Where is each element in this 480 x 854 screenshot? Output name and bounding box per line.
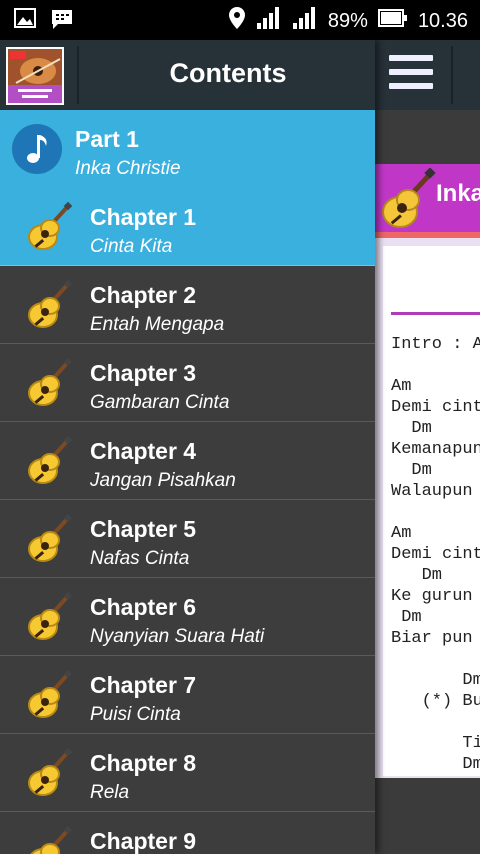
guitar-icon — [26, 669, 73, 725]
chapter-item-1[interactable]: Chapter 1 Cinta Kita — [0, 188, 375, 266]
chapter-subtitle: Puisi Cinta — [90, 704, 181, 725]
card-title: Inka — [436, 180, 480, 207]
chapter-title: Chapter 3 — [90, 360, 197, 386]
part-title: Part 1 — [75, 126, 139, 152]
chapter-item-5[interactable]: Chapter 5 Nafas Cinta — [0, 500, 375, 578]
signal-icon-2 — [292, 6, 318, 36]
guitar-icon — [26, 513, 73, 569]
chapter-subtitle: Cinta Kita — [90, 236, 173, 257]
guitar-icon — [26, 435, 73, 491]
chapter-item-8[interactable]: Chapter 8 Rela — [0, 734, 375, 812]
status-bar: 89% 10.36 — [0, 0, 480, 40]
chapter-item-2[interactable]: Chapter 2 Entah Mengapa — [0, 266, 375, 344]
gallery-icon — [14, 8, 36, 35]
guitar-icon — [26, 201, 73, 257]
guitar-icon — [26, 825, 73, 854]
signal-icon — [256, 6, 282, 36]
part-item[interactable]: Part 1 Inka Christie — [0, 110, 375, 189]
drawer-title: Contents — [169, 58, 287, 88]
header-divider — [77, 46, 79, 104]
chapter-title: Chapter 2 — [90, 282, 197, 308]
chapter-list: Chapter 1 Cinta Kita Chapter 2 Entah Men… — [0, 188, 375, 854]
battery-icon — [377, 8, 408, 34]
chapter-title: Chapter 8 — [90, 750, 197, 776]
chapter-subtitle: Rela — [90, 782, 130, 803]
battery-percent: 89% — [327, 9, 368, 32]
part-subtitle: Inka Christie — [75, 158, 181, 179]
chapter-subtitle: Entah Mengapa — [90, 314, 225, 335]
chapter-item-3[interactable]: Chapter 3 Gambaran Cinta — [0, 344, 375, 422]
guitar-icon — [26, 357, 73, 413]
card-divider — [391, 312, 480, 315]
toolbar-divider — [451, 46, 453, 104]
chapter-title: Chapter 9 — [90, 828, 197, 854]
chapter-title: Chapter 6 — [90, 594, 197, 620]
chapter-subtitle: Nyanyian Suara Hati — [90, 626, 265, 647]
navigation-drawer: Contents Part 1 Inka Christie Chapter 1 … — [0, 40, 375, 854]
lyrics-text: Intro : A Am Demi cint Dm Kemanapun Dm W… — [391, 335, 480, 774]
chapter-item-7[interactable]: Chapter 7 Puisi Cinta — [0, 656, 375, 734]
chapter-item-9[interactable]: Chapter 9 — [0, 812, 375, 854]
drawer-header: Contents — [0, 40, 375, 110]
chapter-title: Chapter 5 — [90, 516, 197, 542]
clock: 10.36 — [417, 9, 468, 32]
chapter-item-6[interactable]: Chapter 6 Nyanyian Suara Hati — [0, 578, 375, 656]
music-note-icon — [12, 124, 62, 174]
card-body: Intro : A Am Demi cint Dm Kemanapun Dm W… — [383, 246, 480, 776]
chapter-subtitle: Gambaran Cinta — [90, 392, 230, 413]
app-logo — [6, 47, 64, 105]
guitar-icon — [378, 167, 436, 237]
location-icon — [228, 6, 246, 36]
chapter-title: Chapter 1 — [90, 204, 197, 230]
message-icon — [50, 8, 74, 35]
chapter-subtitle: Nafas Cinta — [90, 548, 190, 569]
guitar-icon — [26, 747, 73, 803]
chapter-item-4[interactable]: Chapter 4 Jangan Pisahkan — [0, 422, 375, 500]
chapter-title: Chapter 4 — [90, 438, 197, 464]
guitar-icon — [26, 591, 73, 647]
chapter-title: Chapter 7 — [90, 672, 197, 698]
menu-icon[interactable] — [389, 55, 433, 95]
guitar-icon — [26, 279, 73, 335]
chapter-subtitle: Jangan Pisahkan — [90, 470, 236, 491]
